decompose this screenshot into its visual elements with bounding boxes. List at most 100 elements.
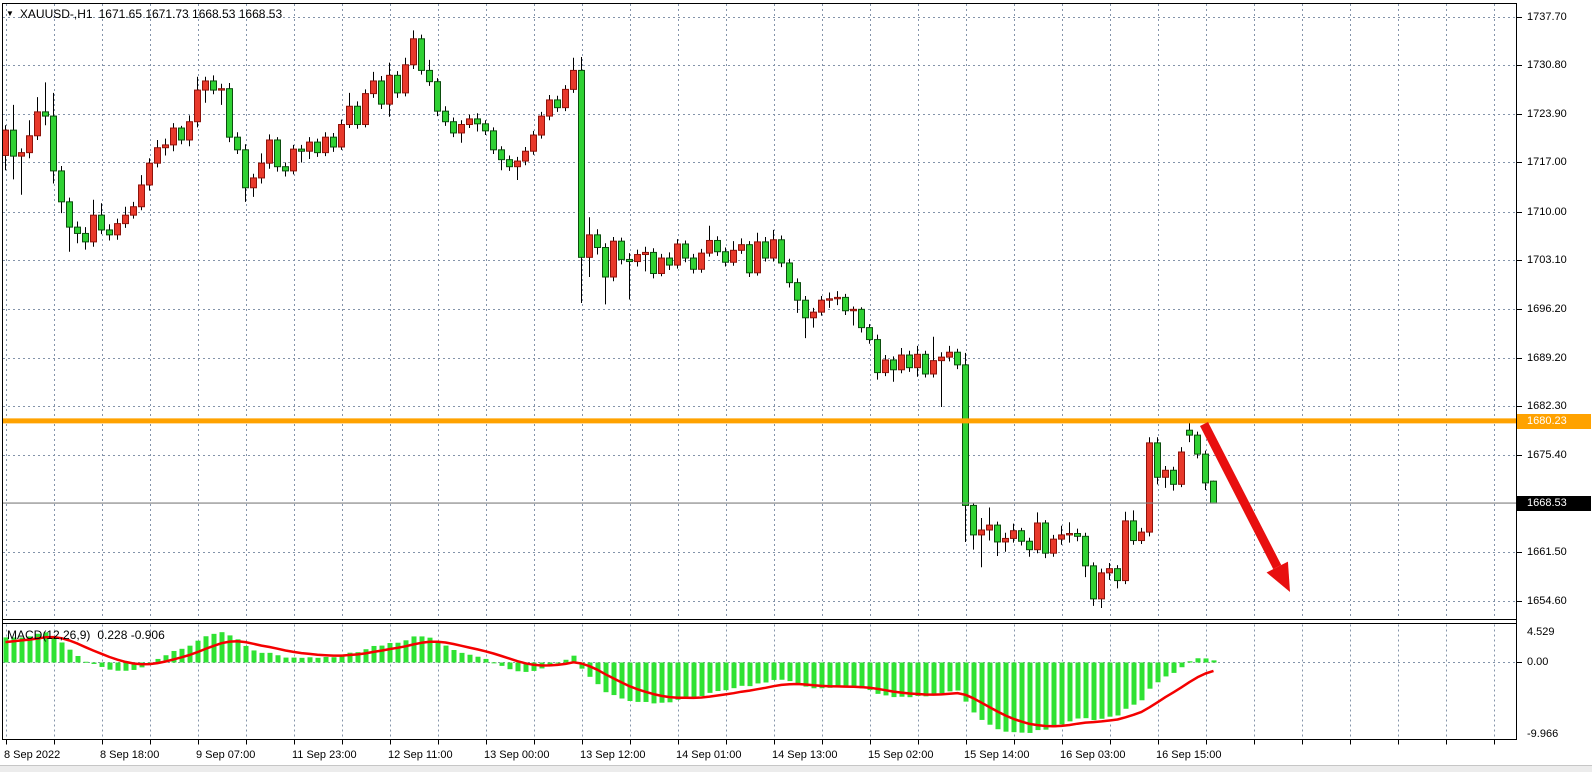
candle-down <box>651 252 657 273</box>
candle-down <box>1043 523 1049 553</box>
time-axis-label: 16 Sep 03:00 <box>1060 749 1125 762</box>
macd-bar <box>116 663 121 671</box>
macd-bar <box>652 663 657 704</box>
macd-bar <box>820 663 825 689</box>
time-axis-label: 11 Sep 23:00 <box>292 749 357 762</box>
time-axis-label: 15 Sep 14:00 <box>964 749 1029 762</box>
candle-down <box>867 328 873 340</box>
candle-down <box>235 137 241 150</box>
hline-price-tag: 1680.23 <box>1517 414 1591 429</box>
macd-bar <box>484 659 489 663</box>
candle-down <box>963 365 969 506</box>
macd-bar <box>724 663 729 691</box>
macd-bar <box>212 634 217 663</box>
candle-up <box>899 355 905 370</box>
macd-bar <box>804 663 809 687</box>
candle-up <box>539 116 545 135</box>
candle-down <box>475 119 481 124</box>
chart-surface[interactable] <box>0 0 1592 772</box>
macd-bar <box>780 663 785 680</box>
macd-bar <box>468 655 473 663</box>
candle-up <box>515 161 521 167</box>
macd-bar <box>324 657 329 663</box>
macd-bar <box>404 640 409 662</box>
macd-bar <box>76 656 81 663</box>
macd-bar <box>364 649 369 662</box>
macd-bar <box>1004 663 1009 732</box>
macd-bar <box>460 653 465 663</box>
macd-bar <box>1196 658 1201 662</box>
macd-bar <box>644 663 649 702</box>
candle-up <box>203 81 209 90</box>
candle-down <box>491 131 497 150</box>
macd-bar <box>860 663 865 689</box>
candle-down <box>419 39 425 71</box>
candle-up <box>659 258 665 273</box>
macd-bar <box>716 663 721 692</box>
macd-bar <box>436 641 441 662</box>
macd-bar <box>1156 663 1161 683</box>
macd-bar <box>676 663 681 700</box>
candle-up <box>755 242 761 273</box>
candle-down <box>875 340 881 373</box>
candle-down <box>443 111 449 122</box>
candle-up <box>139 185 145 207</box>
candle-up <box>123 215 129 223</box>
macd-bar <box>940 663 945 694</box>
candle-up <box>819 300 825 312</box>
candle-up <box>987 525 993 530</box>
candle-up <box>931 361 937 374</box>
candle-down <box>75 227 81 233</box>
macd-bar <box>500 663 505 666</box>
candle-down <box>315 142 321 153</box>
time-axis-label: 13 Sep 00:00 <box>484 749 549 762</box>
macd-bar <box>452 650 457 662</box>
candle-up <box>1059 535 1065 539</box>
macd-bar <box>1036 663 1041 731</box>
macd-bar <box>68 650 73 663</box>
candle-up <box>403 65 409 93</box>
candle-down <box>1187 430 1193 435</box>
candle-down <box>971 505 977 535</box>
macd-bar <box>596 663 601 685</box>
candle-down <box>843 297 849 310</box>
candle-down <box>1211 481 1217 503</box>
macd-bar <box>228 635 233 662</box>
chart-title: ▼ XAUUSD-,H1 1671.65 1671.73 1668.53 166… <box>6 7 282 21</box>
candle-down <box>627 259 633 261</box>
macd-bar <box>684 663 689 699</box>
candle-down <box>227 89 233 137</box>
candle-up <box>1011 531 1017 539</box>
chevron-down-icon[interactable]: ▼ <box>6 10 14 18</box>
macd-bar <box>252 650 257 662</box>
candle-down <box>1091 566 1097 599</box>
candle-down <box>787 263 793 283</box>
macd-bar <box>1116 663 1121 716</box>
candle-up <box>1003 538 1009 542</box>
candle-down <box>1155 443 1161 477</box>
macd-bar <box>748 663 753 687</box>
macd-bar <box>1100 663 1105 719</box>
candle-down <box>395 75 401 93</box>
macd-bar <box>420 636 425 662</box>
status-strip <box>0 765 1592 772</box>
candle-up <box>35 112 41 136</box>
candle-up <box>835 297 841 298</box>
candle-down <box>211 81 217 90</box>
candle-down <box>1171 470 1177 484</box>
candle-up <box>851 309 857 310</box>
candle-down <box>1075 534 1081 537</box>
time-axis-label: 9 Sep 07:00 <box>196 749 255 762</box>
candle-up <box>635 255 641 262</box>
time-axis-label: 14 Sep 13:00 <box>772 749 837 762</box>
candle-down <box>43 112 49 116</box>
candle-up <box>467 119 473 125</box>
macd-bar <box>908 663 913 698</box>
candle-down <box>1019 531 1025 542</box>
macd-bar <box>84 662 89 663</box>
macd-bar <box>756 663 761 684</box>
macd-bar <box>1108 663 1113 717</box>
candle-up <box>1051 539 1057 553</box>
macd-bar <box>412 636 417 662</box>
candle-up <box>411 39 417 65</box>
